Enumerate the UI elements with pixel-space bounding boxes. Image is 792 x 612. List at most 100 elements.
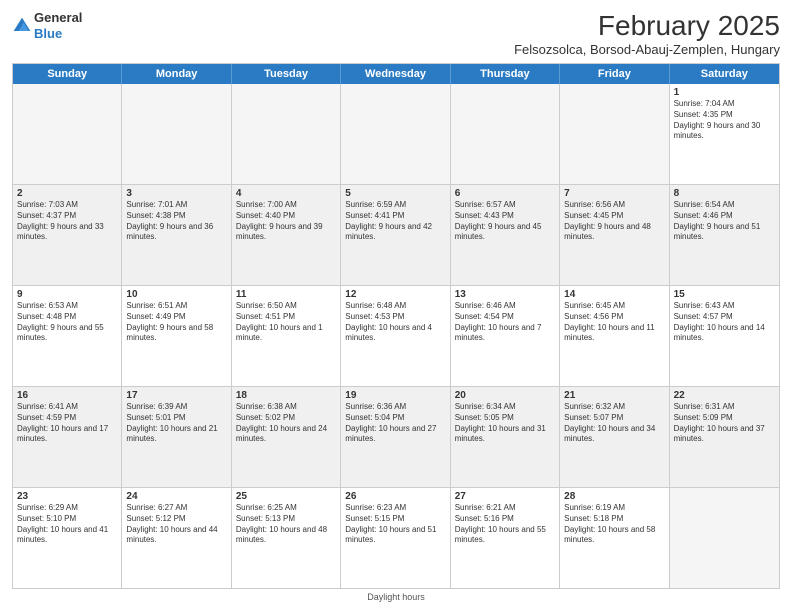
- cell-daylight-info: Sunrise: 7:00 AM Sunset: 4:40 PM Dayligh…: [236, 200, 336, 243]
- calendar-cell: 4Sunrise: 7:00 AM Sunset: 4:40 PM Daylig…: [232, 185, 341, 285]
- cell-daylight-info: Sunrise: 6:27 AM Sunset: 5:12 PM Dayligh…: [126, 503, 226, 546]
- day-number: 11: [236, 289, 336, 300]
- day-number: 14: [564, 289, 664, 300]
- cell-daylight-info: Sunrise: 6:25 AM Sunset: 5:13 PM Dayligh…: [236, 503, 336, 546]
- calendar-week-3: 9Sunrise: 6:53 AM Sunset: 4:48 PM Daylig…: [13, 286, 779, 387]
- day-number: 8: [674, 188, 775, 199]
- cell-daylight-info: Sunrise: 6:34 AM Sunset: 5:05 PM Dayligh…: [455, 402, 555, 445]
- day-number: 19: [345, 390, 445, 401]
- header-day-thursday: Thursday: [451, 64, 560, 84]
- calendar-cell: 17Sunrise: 6:39 AM Sunset: 5:01 PM Dayli…: [122, 387, 231, 487]
- cell-daylight-info: Sunrise: 6:57 AM Sunset: 4:43 PM Dayligh…: [455, 200, 555, 243]
- calendar-cell: 18Sunrise: 6:38 AM Sunset: 5:02 PM Dayli…: [232, 387, 341, 487]
- header-day-monday: Monday: [122, 64, 231, 84]
- cell-daylight-info: Sunrise: 6:31 AM Sunset: 5:09 PM Dayligh…: [674, 402, 775, 445]
- calendar-cell: [232, 84, 341, 184]
- calendar-cell: 13Sunrise: 6:46 AM Sunset: 4:54 PM Dayli…: [451, 286, 560, 386]
- day-number: 2: [17, 188, 117, 199]
- calendar-cell: 9Sunrise: 6:53 AM Sunset: 4:48 PM Daylig…: [13, 286, 122, 386]
- cell-daylight-info: Sunrise: 6:41 AM Sunset: 4:59 PM Dayligh…: [17, 402, 117, 445]
- day-number: 17: [126, 390, 226, 401]
- cell-daylight-info: Sunrise: 6:50 AM Sunset: 4:51 PM Dayligh…: [236, 301, 336, 344]
- logo: General Blue: [12, 10, 82, 41]
- day-number: 27: [455, 491, 555, 502]
- day-number: 21: [564, 390, 664, 401]
- calendar-cell: 11Sunrise: 6:50 AM Sunset: 4:51 PM Dayli…: [232, 286, 341, 386]
- calendar-cell: 26Sunrise: 6:23 AM Sunset: 5:15 PM Dayli…: [341, 488, 450, 588]
- cell-daylight-info: Sunrise: 6:45 AM Sunset: 4:56 PM Dayligh…: [564, 301, 664, 344]
- day-number: 3: [126, 188, 226, 199]
- calendar-week-2: 2Sunrise: 7:03 AM Sunset: 4:37 PM Daylig…: [13, 185, 779, 286]
- title-block: February 2025 Felsozsolca, Borsod-Abauj-…: [514, 10, 780, 57]
- day-number: 25: [236, 491, 336, 502]
- day-number: 1: [674, 87, 775, 98]
- day-number: 16: [17, 390, 117, 401]
- day-number: 7: [564, 188, 664, 199]
- header-day-saturday: Saturday: [670, 64, 779, 84]
- day-number: 28: [564, 491, 664, 502]
- calendar-cell: 19Sunrise: 6:36 AM Sunset: 5:04 PM Dayli…: [341, 387, 450, 487]
- calendar: SundayMondayTuesdayWednesdayThursdayFrid…: [12, 63, 780, 589]
- day-number: 5: [345, 188, 445, 199]
- cell-daylight-info: Sunrise: 6:43 AM Sunset: 4:57 PM Dayligh…: [674, 301, 775, 344]
- calendar-cell: [13, 84, 122, 184]
- cell-daylight-info: Sunrise: 6:19 AM Sunset: 5:18 PM Dayligh…: [564, 503, 664, 546]
- cell-daylight-info: Sunrise: 6:32 AM Sunset: 5:07 PM Dayligh…: [564, 402, 664, 445]
- calendar-cell: 10Sunrise: 6:51 AM Sunset: 4:49 PM Dayli…: [122, 286, 231, 386]
- calendar-cell: 3Sunrise: 7:01 AM Sunset: 4:38 PM Daylig…: [122, 185, 231, 285]
- day-number: 6: [455, 188, 555, 199]
- day-number: 24: [126, 491, 226, 502]
- day-number: 13: [455, 289, 555, 300]
- cell-daylight-info: Sunrise: 6:46 AM Sunset: 4:54 PM Dayligh…: [455, 301, 555, 344]
- calendar-week-5: 23Sunrise: 6:29 AM Sunset: 5:10 PM Dayli…: [13, 488, 779, 588]
- cell-daylight-info: Sunrise: 6:23 AM Sunset: 5:15 PM Dayligh…: [345, 503, 445, 546]
- calendar-week-4: 16Sunrise: 6:41 AM Sunset: 4:59 PM Dayli…: [13, 387, 779, 488]
- calendar-cell: 21Sunrise: 6:32 AM Sunset: 5:07 PM Dayli…: [560, 387, 669, 487]
- header-day-wednesday: Wednesday: [341, 64, 450, 84]
- day-number: 26: [345, 491, 445, 502]
- calendar-body: 1Sunrise: 7:04 AM Sunset: 4:35 PM Daylig…: [13, 84, 779, 588]
- day-number: 20: [455, 390, 555, 401]
- cell-daylight-info: Sunrise: 7:04 AM Sunset: 4:35 PM Dayligh…: [674, 99, 775, 142]
- day-number: 15: [674, 289, 775, 300]
- calendar-header: SundayMondayTuesdayWednesdayThursdayFrid…: [13, 64, 779, 84]
- cell-daylight-info: Sunrise: 6:56 AM Sunset: 4:45 PM Dayligh…: [564, 200, 664, 243]
- day-number: 12: [345, 289, 445, 300]
- cell-daylight-info: Sunrise: 6:38 AM Sunset: 5:02 PM Dayligh…: [236, 402, 336, 445]
- calendar-cell: 27Sunrise: 6:21 AM Sunset: 5:16 PM Dayli…: [451, 488, 560, 588]
- location-subtitle: Felsozsolca, Borsod-Abauj-Zemplen, Hunga…: [514, 42, 780, 57]
- day-number: 10: [126, 289, 226, 300]
- cell-daylight-info: Sunrise: 7:01 AM Sunset: 4:38 PM Dayligh…: [126, 200, 226, 243]
- cell-daylight-info: Sunrise: 6:51 AM Sunset: 4:49 PM Dayligh…: [126, 301, 226, 344]
- cell-daylight-info: Sunrise: 6:29 AM Sunset: 5:10 PM Dayligh…: [17, 503, 117, 546]
- day-number: 22: [674, 390, 775, 401]
- legend: Daylight hours: [12, 589, 780, 604]
- page: General Blue February 2025 Felsozsolca, …: [0, 0, 792, 612]
- calendar-cell: 1Sunrise: 7:04 AM Sunset: 4:35 PM Daylig…: [670, 84, 779, 184]
- logo-text: General Blue: [34, 10, 82, 41]
- calendar-cell: 20Sunrise: 6:34 AM Sunset: 5:05 PM Dayli…: [451, 387, 560, 487]
- calendar-week-1: 1Sunrise: 7:04 AM Sunset: 4:35 PM Daylig…: [13, 84, 779, 185]
- calendar-cell: 24Sunrise: 6:27 AM Sunset: 5:12 PM Dayli…: [122, 488, 231, 588]
- day-number: 23: [17, 491, 117, 502]
- calendar-cell: 28Sunrise: 6:19 AM Sunset: 5:18 PM Dayli…: [560, 488, 669, 588]
- calendar-cell: 8Sunrise: 6:54 AM Sunset: 4:46 PM Daylig…: [670, 185, 779, 285]
- header: General Blue February 2025 Felsozsolca, …: [12, 10, 780, 57]
- calendar-cell: [341, 84, 450, 184]
- cell-daylight-info: Sunrise: 6:59 AM Sunset: 4:41 PM Dayligh…: [345, 200, 445, 243]
- cell-daylight-info: Sunrise: 6:39 AM Sunset: 5:01 PM Dayligh…: [126, 402, 226, 445]
- calendar-cell: [451, 84, 560, 184]
- cell-daylight-info: Sunrise: 7:03 AM Sunset: 4:37 PM Dayligh…: [17, 200, 117, 243]
- header-day-friday: Friday: [560, 64, 669, 84]
- calendar-cell: 2Sunrise: 7:03 AM Sunset: 4:37 PM Daylig…: [13, 185, 122, 285]
- calendar-cell: 6Sunrise: 6:57 AM Sunset: 4:43 PM Daylig…: [451, 185, 560, 285]
- day-number: 9: [17, 289, 117, 300]
- calendar-cell: [670, 488, 779, 588]
- calendar-cell: [122, 84, 231, 184]
- calendar-cell: 14Sunrise: 6:45 AM Sunset: 4:56 PM Dayli…: [560, 286, 669, 386]
- cell-daylight-info: Sunrise: 6:53 AM Sunset: 4:48 PM Dayligh…: [17, 301, 117, 344]
- calendar-cell: 7Sunrise: 6:56 AM Sunset: 4:45 PM Daylig…: [560, 185, 669, 285]
- cell-daylight-info: Sunrise: 6:48 AM Sunset: 4:53 PM Dayligh…: [345, 301, 445, 344]
- calendar-cell: 15Sunrise: 6:43 AM Sunset: 4:57 PM Dayli…: [670, 286, 779, 386]
- cell-daylight-info: Sunrise: 6:21 AM Sunset: 5:16 PM Dayligh…: [455, 503, 555, 546]
